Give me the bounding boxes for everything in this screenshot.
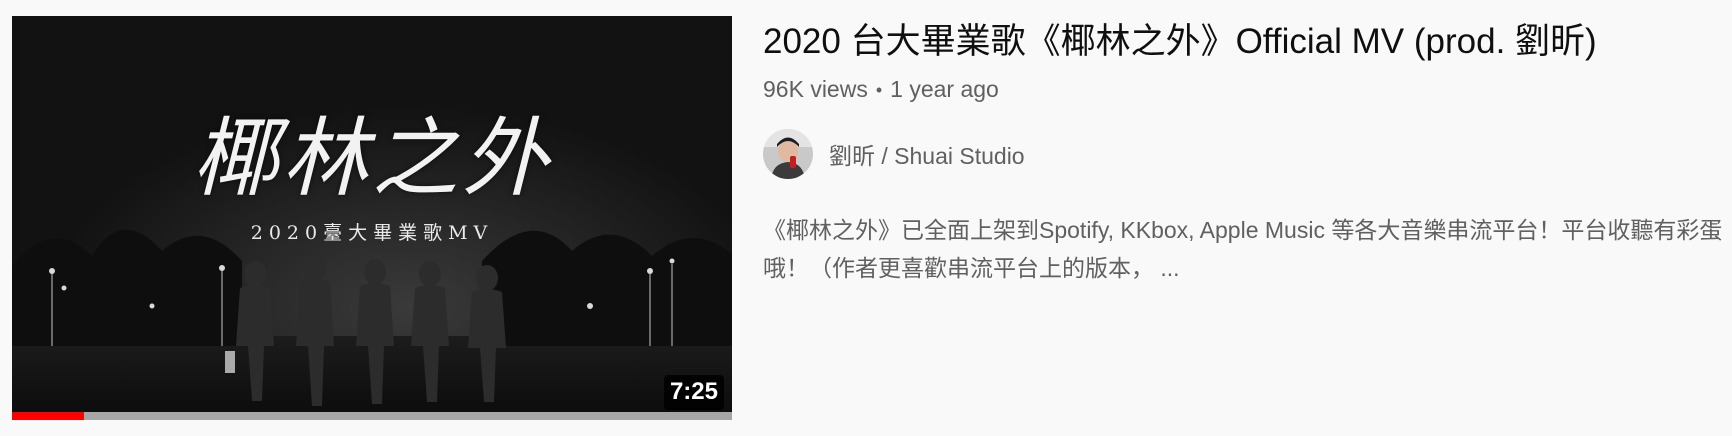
thumbnail-overlay-subtitle: 2020臺大畢業歌MV (250, 222, 494, 244)
video-description-snippet: 《椰林之外》已全面上架到Spotify, KKbox, Apple Music … (763, 217, 1723, 281)
video-result-row: 椰林之外 2020臺大畢業歌MV 7:25 2020 台大畢業歌《椰林之外》Of… (0, 0, 1732, 436)
watch-progress-fill (12, 412, 84, 420)
view-count: 96K views (763, 76, 868, 102)
thumbnail-scene (12, 16, 732, 420)
channel-avatar[interactable] (763, 129, 813, 179)
channel-name[interactable]: 劉昕 / Shuai Studio (829, 137, 1025, 171)
channel-link[interactable]: 劉昕 / Shuai Studio (763, 129, 1723, 179)
video-title-link[interactable]: 2020 台大畢業歌《椰林之外》Official MV (prod. 劉昕) (763, 16, 1723, 68)
watch-progress-bar (12, 412, 732, 420)
thumbnail-overlay-title: 椰林之外 (192, 109, 552, 209)
avatar-image (763, 129, 813, 179)
video-thumbnail[interactable]: 椰林之外 2020臺大畢業歌MV 7:25 (12, 16, 732, 420)
video-info: 2020 台大畢業歌《椰林之外》Official MV (prod. 劉昕) 9… (763, 16, 1723, 287)
metadata-separator: • (875, 80, 883, 100)
duration-badge: 7:25 (663, 375, 724, 410)
upload-age: 1 year ago (890, 76, 999, 102)
video-metadata: 96K views • 1 year ago (763, 74, 1723, 105)
